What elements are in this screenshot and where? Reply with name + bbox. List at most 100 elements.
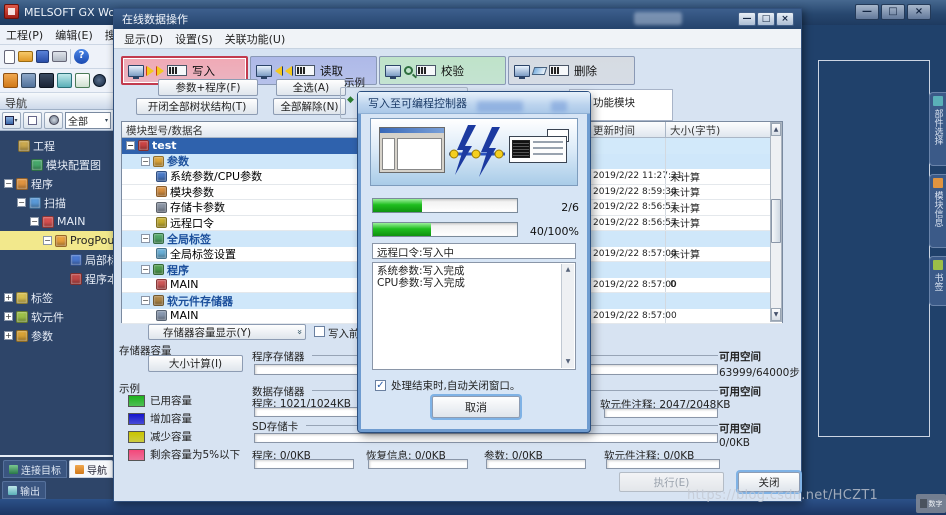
param-program-button[interactable]: 参数+程序(F) bbox=[158, 79, 258, 96]
progress-dialog-title: 写入至可编程控制器 bbox=[368, 95, 467, 111]
expander-icon[interactable]: − bbox=[141, 234, 150, 243]
tab-output[interactable]: 输出 bbox=[2, 481, 46, 499]
vertical-tab-2[interactable]: 模块信息 bbox=[929, 174, 946, 248]
expander-icon[interactable]: − bbox=[141, 296, 150, 305]
row-label: 远程口令 bbox=[170, 216, 214, 231]
nav-tree-item-软元件[interactable]: +软元件 bbox=[0, 307, 113, 326]
cancel-button[interactable]: 取消 bbox=[432, 396, 520, 418]
nav-tree-item-模块配置图[interactable]: 模块配置图 bbox=[0, 155, 113, 174]
right-vertical-tabs: 部件选择模块信息书签 bbox=[929, 92, 946, 306]
deselect-all-button[interactable]: 全部解除(N) bbox=[273, 98, 346, 115]
log-scrollbar[interactable]: ▲ ▼ bbox=[561, 264, 574, 368]
open-folder-icon[interactable] bbox=[18, 51, 33, 62]
expander-icon[interactable]: + bbox=[4, 312, 13, 321]
nav-tree-item-ProgPou[interactable]: −ProgPou bbox=[0, 231, 113, 250]
nav-display-mode-button[interactable]: ▾ bbox=[2, 112, 21, 129]
save-all-icon[interactable] bbox=[21, 73, 36, 88]
expander-icon[interactable]: − bbox=[43, 236, 52, 245]
new-file-icon[interactable] bbox=[4, 50, 15, 64]
menu-settings[interactable]: 设置(S) bbox=[175, 31, 213, 47]
pre-write-check-checkbox[interactable]: ✓ bbox=[314, 326, 325, 337]
menu-project[interactable]: 工程(P) bbox=[6, 27, 43, 43]
nav-tree-item-程序[interactable]: − 程序 bbox=[0, 174, 113, 193]
row-label: 系统参数/CPU参数 bbox=[170, 169, 262, 184]
window-split-icon[interactable] bbox=[57, 73, 72, 88]
find-icon[interactable] bbox=[93, 74, 106, 87]
expander-icon[interactable]: − bbox=[4, 179, 13, 188]
row-label: 模块参数 bbox=[170, 185, 214, 200]
close-button[interactable]: × bbox=[907, 4, 931, 20]
nav-sort-button[interactable] bbox=[23, 112, 42, 129]
nav-tree-item-工程[interactable]: 工程 bbox=[0, 136, 113, 155]
maximize-button[interactable]: □ bbox=[757, 12, 775, 26]
scroll-down-icon[interactable]: ▼ bbox=[566, 356, 571, 368]
module-icon[interactable] bbox=[39, 73, 54, 88]
scroll-down-icon[interactable]: ▼ bbox=[771, 308, 781, 321]
minimize-button[interactable]: — bbox=[855, 4, 879, 20]
scroll-up-icon[interactable]: ▲ bbox=[566, 264, 571, 276]
nav-settings-gear-icon[interactable] bbox=[44, 112, 63, 129]
tab-connection-destination[interactable]: 连接目标 bbox=[3, 460, 67, 478]
expander-icon[interactable]: − bbox=[126, 141, 135, 150]
menu-display[interactable]: 显示(D) bbox=[124, 31, 163, 47]
nav-item-label: 模块配置图 bbox=[46, 157, 101, 173]
online-window-titlebar[interactable]: 在线数据操作 bbox=[114, 9, 801, 29]
col-header-size[interactable]: 大小(字节) bbox=[665, 122, 772, 137]
mode-tab-verify[interactable]: 校验 bbox=[379, 56, 506, 85]
device-icon bbox=[16, 311, 28, 323]
close-button[interactable]: × bbox=[776, 12, 794, 26]
vertical-tab-3[interactable]: 书签 bbox=[929, 256, 946, 306]
menu-search[interactable]: 搜索/替 bbox=[105, 27, 113, 43]
scroll-up-icon[interactable]: ▲ bbox=[771, 123, 781, 136]
print-icon[interactable] bbox=[52, 51, 67, 62]
nav-tree-item-程序本体[interactable]: 程序本体 bbox=[0, 269, 113, 288]
legend-swatch bbox=[128, 413, 145, 425]
col-header-time[interactable]: 更新时间 bbox=[590, 122, 665, 137]
expand-collapse-button[interactable]: 开闭全部树状结构(T) bbox=[136, 98, 258, 115]
expander-icon[interactable]: − bbox=[30, 217, 39, 226]
expander-icon[interactable]: − bbox=[141, 265, 150, 274]
vertical-tab-1[interactable]: 部件选择 bbox=[929, 92, 946, 166]
size-calc-button[interactable]: 大小计算(I) bbox=[148, 355, 243, 372]
menu-edit[interactable]: 编辑(E) bbox=[55, 27, 93, 43]
nav-filter-dropdown[interactable]: 全部▾ bbox=[65, 112, 111, 129]
computer-icon bbox=[128, 65, 144, 77]
tab-navigation[interactable]: 导航 bbox=[69, 460, 113, 478]
mode-tab-delete[interactable]: 删除 bbox=[508, 56, 635, 85]
save-icon[interactable] bbox=[36, 50, 49, 63]
main-icon bbox=[42, 216, 54, 228]
menu-related-functions[interactable]: 关联功能(U) bbox=[225, 31, 286, 47]
cell-update-time: 2019/2/22 8:57:00 bbox=[590, 247, 665, 262]
row-label: 存储卡参数 bbox=[170, 200, 225, 215]
maximize-button[interactable]: □ bbox=[881, 4, 905, 20]
computer-icon bbox=[385, 65, 401, 77]
minimize-button[interactable]: — bbox=[738, 12, 756, 26]
navigation-header: 导航 bbox=[0, 93, 113, 110]
window-layout-icon[interactable] bbox=[75, 73, 90, 88]
arrow-left-icon bbox=[285, 66, 292, 76]
expander-icon[interactable]: + bbox=[4, 331, 13, 340]
nav-tree-item-标签[interactable]: +标签 bbox=[0, 288, 113, 307]
help-icon[interactable]: ? bbox=[74, 49, 89, 64]
nav-tree-item-参数[interactable]: +参数 bbox=[0, 326, 113, 345]
table-scrollbar[interactable]: ▲ ▼ bbox=[770, 122, 782, 322]
scrollbar-thumb[interactable] bbox=[771, 199, 781, 243]
nav-tree-item-MAIN[interactable]: −MAIN bbox=[0, 212, 113, 231]
nav-tree-item-扫描[interactable]: −扫描 bbox=[0, 193, 113, 212]
tree-view-icon[interactable] bbox=[3, 73, 18, 88]
chevron-down-icon: » bbox=[294, 329, 304, 335]
cell-size bbox=[665, 138, 772, 154]
expander-icon[interactable]: − bbox=[17, 198, 26, 207]
legend-label: 已用容量 bbox=[150, 393, 192, 408]
row-label: MAIN bbox=[170, 309, 199, 322]
vertical-tab-icon bbox=[933, 260, 943, 270]
expander-icon[interactable]: − bbox=[141, 157, 150, 166]
main-menubar: 工程(P) 编辑(E) 搜索/替 bbox=[0, 25, 113, 45]
auto-close-checkbox[interactable]: ✓ bbox=[375, 380, 386, 391]
memory-display-toggle-button[interactable]: 存储器容量显示(Y) » bbox=[148, 324, 306, 340]
select-all-button[interactable]: 全选(A) bbox=[276, 79, 346, 96]
nav-item-label: 程序 bbox=[31, 176, 53, 192]
expander-icon[interactable]: + bbox=[4, 293, 13, 302]
param-gear-icon bbox=[153, 156, 164, 167]
nav-tree-item-局部标签[interactable]: 局部标签 bbox=[0, 250, 113, 269]
